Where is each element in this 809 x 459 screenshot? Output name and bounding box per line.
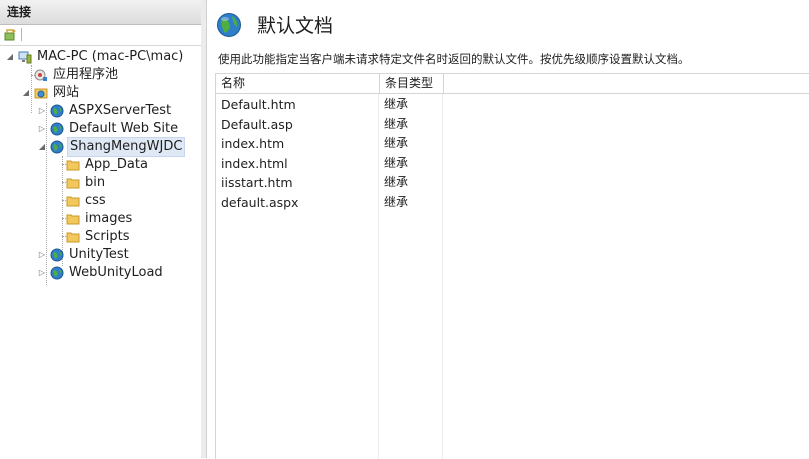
connections-header: 连接 [0, 0, 201, 25]
tree-label-sites: 网站 [53, 85, 80, 100]
list-item-name: Default.asp [221, 116, 293, 132]
page-title: 默认文档 [257, 15, 334, 37]
tree-label-folder: Scripts [85, 229, 130, 244]
folder-icon [66, 214, 80, 225]
list-item[interactable]: Default.asp 继承 [216, 115, 809, 135]
connect-icon[interactable] [4, 28, 17, 41]
tree-label-server: MAC-PC (mac-PC\mac) [37, 49, 184, 64]
toolbar-separator [21, 28, 22, 41]
connections-pane: 连接 ◢ MAC-PC (mac-PC\mac) 应用程序池 ◢ 网站 ▷ AS… [0, 0, 202, 458]
folder-icon [66, 232, 80, 243]
column-headers: 名称 条目类型 [216, 74, 809, 94]
list-item[interactable]: index.htm 继承 [216, 134, 809, 154]
folder-icon [66, 178, 80, 189]
connections-toolbar [0, 25, 201, 46]
expander-sites[interactable]: ◢ [22, 84, 30, 102]
globe-icon [217, 13, 241, 37]
tree-label-site: WebUnityLoad [69, 265, 163, 280]
folder-icon [66, 160, 80, 171]
list-item[interactable]: default.aspx 继承 [216, 193, 809, 213]
expander-site-4[interactable]: ▷ [38, 264, 46, 282]
list-item-type: 继承 [384, 116, 409, 131]
expander-site-3[interactable]: ▷ [38, 246, 46, 264]
list-item[interactable]: iisstart.htm 继承 [216, 173, 809, 193]
tree-line [31, 65, 32, 113]
feature-description: 使用此功能指定当客户端未请求特定文件名时返回的默认文件。按优先级顺序设置默认文档… [218, 52, 690, 66]
tree-label-folder: css [85, 193, 106, 208]
expander-site-2[interactable]: ◢ [38, 138, 46, 156]
tree-label-folder: images [85, 211, 133, 226]
list-item-name: index.htm [221, 136, 285, 151]
list-item-type: 继承 [384, 194, 409, 209]
default-documents-list: 名称 条目类型 Default.htm 继承 Default.asp 继承 in… [215, 73, 809, 459]
tree-line [46, 103, 47, 285]
folder-icon [66, 196, 80, 207]
tree-label-site: Default Web Site [69, 121, 179, 136]
column-header-filler [443, 74, 809, 93]
tree-label-site: ShangMengWJDC [67, 137, 186, 157]
list-item[interactable]: Default.htm 继承 [216, 95, 809, 115]
globe-icon [50, 104, 64, 118]
column-header-entry-type[interactable]: 条目类型 [379, 74, 443, 93]
tree-label-folder: bin [85, 175, 106, 190]
feature-pane: 默认文档 使用此功能指定当客户端未请求特定文件名时返回的默认文件。按优先级顺序设… [207, 0, 809, 459]
column-header-name[interactable]: 名称 [216, 74, 379, 93]
list-item-name: index.html [221, 155, 288, 171]
list-item-type: 继承 [384, 136, 409, 150]
server-icon [18, 51, 32, 64]
list-item[interactable]: index.html 继承 [216, 154, 809, 174]
globe-icon [50, 266, 64, 280]
list-item-name: default.aspx [221, 194, 299, 210]
list-item-type: 继承 [384, 97, 409, 111]
expander-site-1[interactable]: ▷ [38, 120, 46, 138]
tree-label-site: ASPXServerTest [69, 103, 172, 118]
list-item-type: 继承 [384, 155, 409, 170]
globe-icon [50, 140, 64, 154]
list-item-name: Default.htm [221, 97, 296, 112]
app-pool-icon [34, 69, 47, 81]
expander-server[interactable]: ◢ [6, 48, 14, 66]
tree-label-folder: App_Data [85, 157, 148, 172]
list-item-type: 继承 [384, 175, 409, 189]
expander-site-0[interactable]: ▷ [38, 102, 46, 120]
sites-folder-icon [34, 88, 48, 99]
tree-label-app-pools: 应用程序池 [53, 67, 119, 82]
globe-icon [50, 248, 64, 262]
list-item-name: iisstart.htm [221, 175, 293, 190]
globe-icon [50, 122, 64, 136]
tree-label-site: UnityTest [69, 247, 129, 262]
